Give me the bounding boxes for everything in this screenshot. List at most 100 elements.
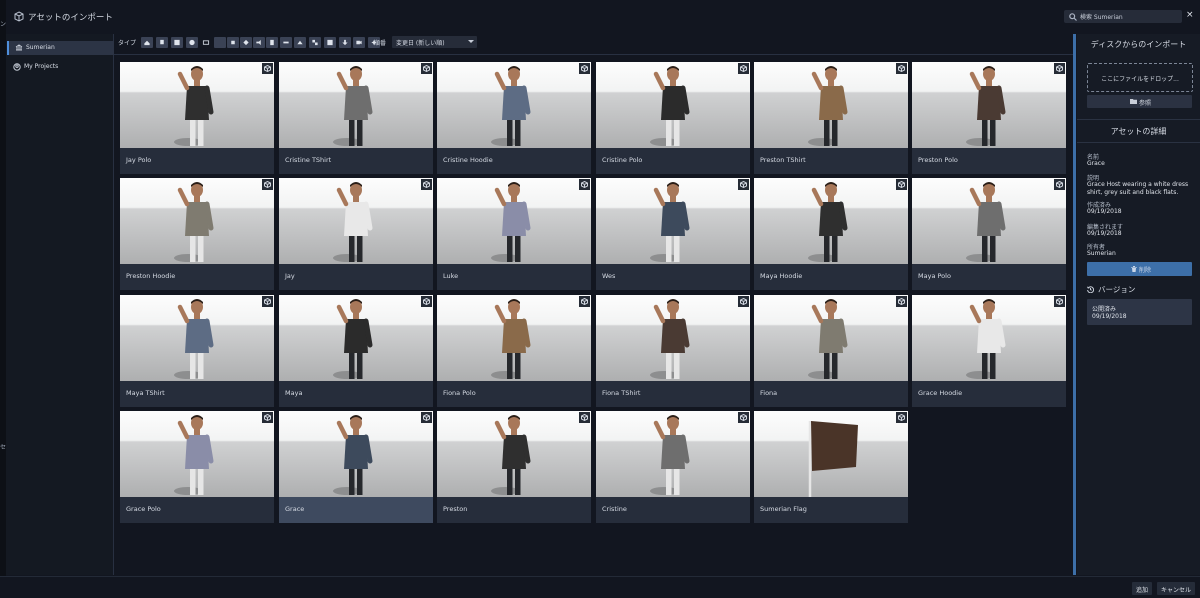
search-icon xyxy=(1069,13,1077,21)
asset-name: Cristine Hoodie xyxy=(443,156,493,164)
type-filter-script[interactable] xyxy=(253,37,265,48)
asset-type-badge xyxy=(738,63,749,74)
version-entry[interactable]: 公開済み 09/19/2018 xyxy=(1087,299,1192,325)
asset-card[interactable]: Maya Polo xyxy=(912,178,1066,290)
asset-card[interactable]: Fiona TShirt xyxy=(596,295,750,407)
sort-label: 順番 xyxy=(374,40,387,47)
sidebar-item-label: Sumerian xyxy=(26,44,55,51)
scrollbar[interactable] xyxy=(1073,34,1076,575)
type-filter-light[interactable] xyxy=(339,37,351,48)
close-button[interactable]: × xyxy=(1186,10,1194,20)
cube-icon xyxy=(898,414,905,421)
cube-icon xyxy=(264,414,271,421)
character-preview xyxy=(333,66,373,146)
asset-thumbnail xyxy=(437,178,591,264)
character-preview xyxy=(808,66,848,146)
type-filter-audio[interactable] xyxy=(266,37,278,48)
asset-card[interactable]: Luke xyxy=(437,178,591,290)
file-drop-zone[interactable]: ここにファイルをドロップ... xyxy=(1087,63,1193,92)
character-preview xyxy=(333,182,373,262)
asset-card[interactable]: Grace Hoodie xyxy=(912,295,1066,407)
dialog-titlebar: アセットのインポート 検索 Sumerian × xyxy=(6,9,1200,28)
shader-icon xyxy=(189,39,195,46)
cube-icon xyxy=(740,181,747,188)
asset-type-badge xyxy=(579,412,590,423)
asset-card[interactable]: Maya TShirt xyxy=(120,295,274,407)
asset-name: Preston xyxy=(443,505,468,513)
asset-card[interactable]: Wes xyxy=(596,178,750,290)
type-filter-material[interactable] xyxy=(171,37,183,48)
character-preview xyxy=(650,182,690,262)
cancel-label: キャンセル xyxy=(1160,587,1191,594)
type-filter-box[interactable] xyxy=(294,37,306,48)
asset-card[interactable]: Preston Polo xyxy=(912,62,1066,174)
asset-card[interactable]: Cristine xyxy=(596,411,750,523)
asset-card[interactable]: Grace xyxy=(279,411,433,523)
asset-name: Preston Polo xyxy=(918,156,958,164)
asset-type-badge xyxy=(421,63,432,74)
asset-card[interactable]: Maya Hoodie xyxy=(754,178,908,290)
asset-card[interactable]: Jay Polo xyxy=(120,62,274,174)
asset-card[interactable]: Grace Polo xyxy=(120,411,274,523)
asset-card[interactable]: Jay xyxy=(279,178,433,290)
asset-card[interactable]: Cristine Hoodie xyxy=(437,62,591,174)
light-icon xyxy=(342,39,348,46)
character-preview xyxy=(966,299,1006,379)
browse-button[interactable]: 参照 xyxy=(1087,95,1192,108)
type-filter-camera[interactable] xyxy=(353,37,365,48)
delete-button[interactable]: 削除 xyxy=(1087,262,1192,276)
sidebar: Sumerian My Projects xyxy=(6,34,114,575)
description-line: Grace Host wearing a white dress xyxy=(1087,181,1189,188)
type-filter-mesh[interactable] xyxy=(156,37,168,48)
cube-icon xyxy=(264,298,271,305)
asset-name: Maya xyxy=(285,389,303,397)
asset-type-badge xyxy=(262,296,273,307)
add-button[interactable]: 追加 xyxy=(1132,582,1152,595)
version-title: バージョン xyxy=(1098,285,1136,294)
asset-card[interactable]: Preston xyxy=(437,411,591,523)
asset-thumbnail xyxy=(754,178,908,264)
projects-icon xyxy=(13,63,21,71)
cancel-button[interactable]: キャンセル xyxy=(1157,582,1195,595)
type-filter-sphere[interactable] xyxy=(200,37,212,48)
type-filter-animation[interactable] xyxy=(227,37,239,48)
asset-name: Grace xyxy=(285,505,305,513)
description-line: shirt, grey suit and black flats. xyxy=(1087,189,1179,196)
asset-card[interactable]: Cristine TShirt xyxy=(279,62,433,174)
history-icon xyxy=(1087,286,1094,293)
type-filter-texture[interactable] xyxy=(280,37,292,48)
sidebar-item-my-projects[interactable]: My Projects xyxy=(7,60,112,74)
sidebar-item-sumerian[interactable]: Sumerian xyxy=(7,41,114,55)
box-icon xyxy=(297,40,303,45)
type-filter-behavior[interactable] xyxy=(240,37,252,48)
browse-label: 参照 xyxy=(1139,100,1152,107)
asset-name: Maya TShirt xyxy=(126,389,165,397)
character-preview xyxy=(491,299,531,379)
asset-card[interactable]: Preston TShirt xyxy=(754,62,908,174)
asset-card[interactable]: Sumerian Flag xyxy=(754,411,908,523)
type-filter-environment[interactable] xyxy=(309,37,321,48)
dialog-footer: 追加 キャンセル xyxy=(0,576,1200,598)
type-filter-entity[interactable] xyxy=(141,37,153,48)
asset-thumbnail xyxy=(279,411,433,497)
asset-card[interactable]: Preston Hoodie xyxy=(120,178,274,290)
sort-value: 変更日 (新しい順) xyxy=(396,40,445,47)
asset-type-badge xyxy=(579,296,590,307)
type-filter-sky[interactable] xyxy=(324,37,336,48)
cube-icon xyxy=(1056,65,1063,72)
asset-name: Maya Hoodie xyxy=(760,272,803,280)
library-icon xyxy=(15,44,23,51)
asset-card[interactable]: Fiona Polo xyxy=(437,295,591,407)
sort-select[interactable]: 変更日 (新しい順) xyxy=(392,36,477,48)
asset-card[interactable]: Maya xyxy=(279,295,433,407)
asset-thumbnail xyxy=(120,178,274,264)
asset-card[interactable]: Cristine Polo xyxy=(596,62,750,174)
environment-icon xyxy=(312,39,318,46)
asset-thumbnail xyxy=(437,295,591,381)
asset-name: Preston TShirt xyxy=(760,156,806,164)
asset-type-badge xyxy=(421,179,432,190)
type-filter-skeleton[interactable] xyxy=(214,37,226,48)
type-filter-shader[interactable] xyxy=(186,37,198,48)
asset-card[interactable]: Fiona xyxy=(754,295,908,407)
search-input[interactable]: 検索 Sumerian xyxy=(1064,10,1182,23)
